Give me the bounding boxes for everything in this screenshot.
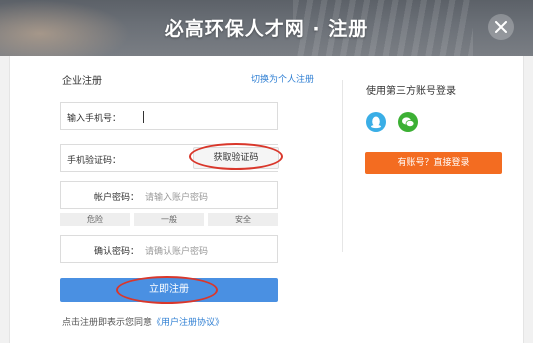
sms-label: 手机验证码：: [67, 156, 122, 166]
modal-title: 必高环保人才网 · 注册: [164, 18, 369, 40]
phone-label: 输入手机号：: [67, 114, 122, 124]
qq-penguin-icon: [371, 116, 381, 129]
switch-to-personal-link[interactable]: 切换为个人注册: [251, 72, 314, 85]
strength-weak: 危险: [60, 213, 130, 226]
confirm-input[interactable]: 请确认账户密码: [145, 244, 208, 257]
qq-icon[interactable]: [366, 112, 386, 132]
confirm-password-field[interactable]: 确认密码： 请确认账户密码: [60, 235, 278, 263]
vertical-divider: [342, 80, 343, 252]
modal-header: 必高环保人才网 · 注册: [0, 0, 533, 56]
annotation-ring-register: [116, 276, 218, 304]
password-field[interactable]: 帐户密码： 请输入账户密码: [60, 181, 278, 209]
confirm-label: 确认密码：: [93, 247, 139, 257]
agreement-text: 点击注册即表示您同意《用户注册协议》: [62, 315, 224, 328]
phone-field[interactable]: 输入手机号：: [60, 102, 278, 130]
password-input[interactable]: 请输入账户密码: [145, 190, 208, 203]
close-icon: [495, 21, 507, 33]
strength-strong: 安全: [208, 213, 278, 226]
agreement-prefix: 点击注册即表示您同意: [62, 318, 153, 328]
strength-medium: 一般: [134, 213, 204, 226]
password-label: 帐户密码：: [93, 193, 139, 203]
form-title: 企业注册: [62, 76, 102, 87]
close-button[interactable]: [488, 14, 514, 40]
wechat-icon[interactable]: [398, 112, 418, 132]
annotation-ring-code: [189, 143, 283, 170]
direct-login-button[interactable]: 有账号？直接登录: [365, 152, 502, 174]
third-party-title: 使用第三方账号登录: [366, 86, 456, 97]
text-cursor: [143, 111, 144, 123]
agreement-link[interactable]: 《用户注册协议》: [152, 318, 224, 328]
wechat-bubble-icon: [402, 117, 415, 127]
